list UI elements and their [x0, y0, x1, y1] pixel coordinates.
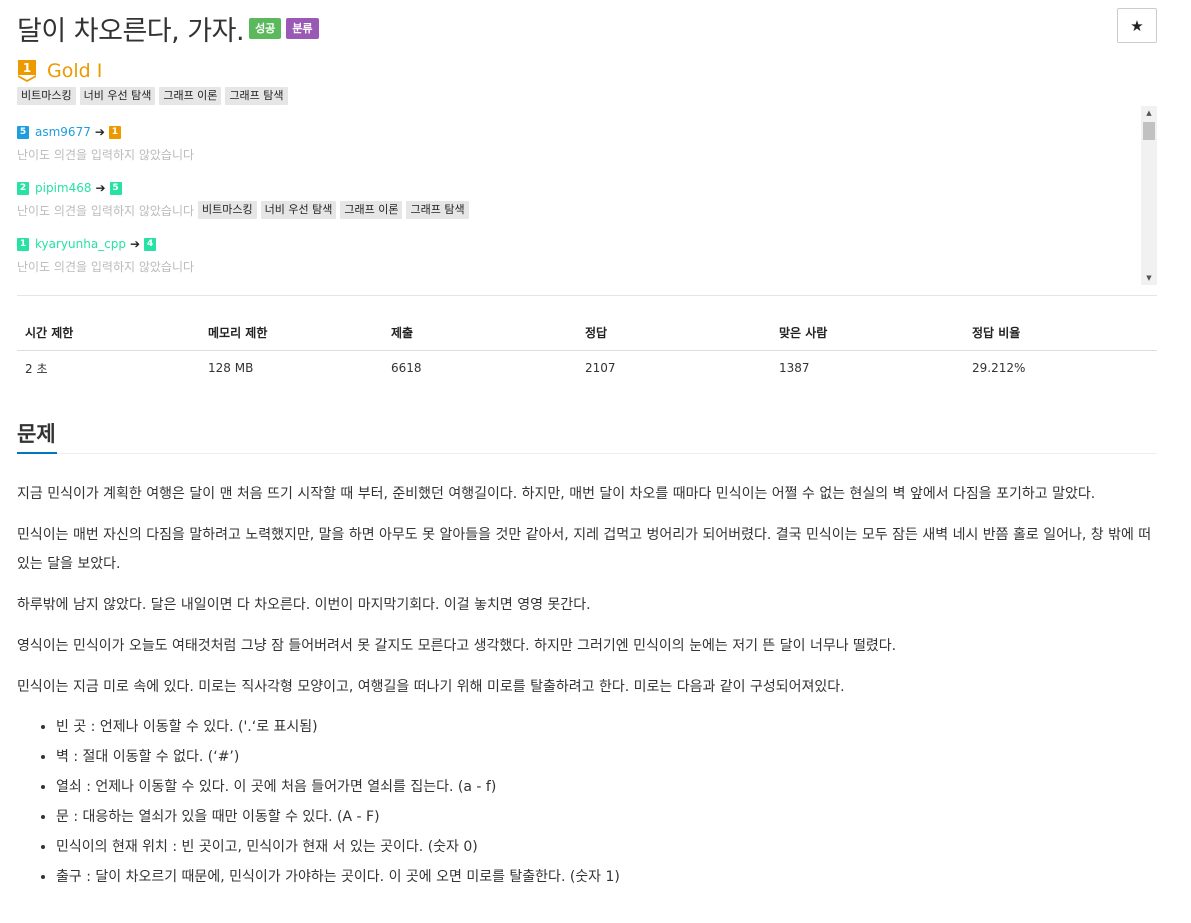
opinion-note-text: 난이도 의견을 입력하지 않았습니다: [17, 203, 195, 218]
voted-level-icon: 4: [144, 237, 157, 251]
opinion-note: 난이도 의견을 입력하지 않았습니다 비트마스킹 너비 우선 탐색 그래프 이론…: [17, 201, 469, 219]
opinion-note-text: 난이도 의견을 입력하지 않았습니다: [17, 259, 195, 274]
stats-header-row: 시간 제한 메모리 제한 제출 정답 맞은 사람 정답 비율: [17, 316, 1157, 351]
opinion-username[interactable]: asm9677: [35, 125, 91, 139]
favorite-star-button[interactable]: ★: [1117, 8, 1157, 43]
opinion-username[interactable]: pipim468: [35, 181, 92, 195]
list-item: 벽 : 절대 이동할 수 없다. (‘#’): [56, 742, 1157, 772]
scroll-thumb[interactable]: [1143, 122, 1155, 140]
value-accept-ratio: 29.212%: [972, 361, 1026, 376]
tag-graph-search[interactable]: 그래프 탐색: [406, 201, 469, 219]
gold-tier-icon: 1: [18, 59, 36, 82]
voted-level-icon: 5: [109, 181, 122, 195]
user-level-icon: 5: [17, 125, 29, 139]
problem-paragraph: 민식이는 지금 미로 속에 있다. 미로는 직사각형 모양이고, 여행길을 떠나…: [17, 679, 845, 695]
voted-level-icon: 1: [108, 125, 121, 139]
tag-bitmasking[interactable]: 비트마스킹: [17, 87, 76, 105]
value-memory-limit: 128 MB: [208, 361, 254, 376]
tag-bfs[interactable]: 너비 우선 탐색: [260, 201, 337, 219]
opinion-note-text: 난이도 의견을 입력하지 않았습니다: [17, 147, 195, 162]
user-level-icon: 2: [17, 181, 29, 195]
list-item: 문 : 대응하는 열쇠가 있을 때만 이동할 수 있다. (A - F): [56, 802, 1157, 832]
star-icon: ★: [1130, 16, 1144, 35]
opinion-username[interactable]: kyaryunha_cpp: [35, 237, 126, 251]
success-badge: 성공: [249, 17, 282, 39]
list-item: 빈 곳 : 언제나 이동할 수 있다. ('.‘로 표시됨): [56, 712, 1157, 742]
arrow-icon: ➔: [95, 181, 106, 195]
opinions-scrollbar[interactable]: ▲ ▼: [1141, 106, 1157, 285]
tag-bitmasking[interactable]: 비트마스킹: [198, 201, 257, 219]
header-accepted: 정답: [577, 316, 771, 351]
tag-graph-theory[interactable]: 그래프 이론: [159, 87, 222, 105]
header-submissions: 제출: [383, 316, 577, 351]
problem-paragraph: 하루밖에 남지 않았다. 달은 내일이면 다 차오른다. 이번이 마지막기회다.…: [17, 597, 591, 613]
section-title-problem: 문제: [17, 422, 56, 446]
opinion-note: 난이도 의견을 입력하지 않았습니다: [17, 257, 194, 275]
section-divider-accent: [17, 452, 57, 454]
header-solved-users: 맞은 사람: [771, 316, 964, 351]
header-time-limit: 시간 제한: [17, 316, 200, 351]
algorithm-tags: 비트마스킹 너비 우선 탐색 그래프 이론 그래프 탐색: [17, 87, 288, 105]
problem-paragraph: 지금 민식이가 계획한 여행은 달이 맨 처음 뜨기 시작할 때 부터, 준비했…: [17, 486, 1096, 502]
title-row: 달이 차오른다, 가자. 성공 분류: [17, 8, 319, 48]
problem-stats-table: 시간 제한 메모리 제한 제출 정답 맞은 사람 정답 비율 2 초 128 M…: [17, 316, 1157, 386]
divider: [17, 295, 1157, 296]
opinion-note: 난이도 의견을 입력하지 않았습니다: [17, 145, 194, 163]
arrow-icon: ➔: [130, 237, 141, 251]
page-title: 달이 차오른다, 가자.: [17, 15, 245, 47]
list-item: 열쇠 : 언제나 이동할 수 있다. 이 곳에 처음 들어가면 열쇠를 집는다.…: [56, 772, 1157, 802]
category-badge[interactable]: 분류: [286, 17, 319, 39]
svg-text:1: 1: [23, 61, 31, 75]
tag-graph-search[interactable]: 그래프 탐색: [225, 87, 288, 105]
tier-row: 1 Gold I: [17, 59, 102, 83]
tag-bfs[interactable]: 너비 우선 탐색: [79, 87, 156, 105]
value-accepted[interactable]: 2107: [577, 350, 771, 386]
user-level-icon: 1: [17, 237, 29, 251]
arrow-icon: ➔: [94, 125, 105, 139]
value-submissions[interactable]: 6618: [383, 350, 577, 386]
tag-graph-theory[interactable]: 그래프 이론: [340, 201, 403, 219]
tier-label: Gold I: [47, 60, 103, 82]
scroll-down-arrow-icon[interactable]: ▼: [1141, 271, 1157, 285]
scroll-up-arrow-icon[interactable]: ▲: [1141, 106, 1157, 120]
section-divider: [17, 453, 1157, 454]
list-item: 출구 : 달이 차오르기 때문에, 민식이가 가야하는 곳이다. 이 곳에 오면…: [56, 862, 1157, 892]
problem-paragraph: 영식이는 민식이가 오늘도 여태것처럼 그냥 잠 들어버려서 못 갈지도 모른다…: [17, 638, 897, 654]
maze-element-list: 빈 곳 : 언제나 이동할 수 있다. ('.‘로 표시됨) 벽 : 절대 이동…: [56, 712, 1157, 892]
value-time-limit: 2 초: [25, 361, 48, 376]
opinion-item: 1 kyaryunha_cpp ➔ 4 난이도 의견을 입력하지 않았습니다: [17, 236, 194, 275]
difficulty-opinions-list[interactable]: 5 asm9677 ➔ 1 난이도 의견을 입력하지 않았습니다 2 pipim…: [17, 106, 1157, 285]
opinion-item: 2 pipim468 ➔ 5 난이도 의견을 입력하지 않았습니다 비트마스킹 …: [17, 180, 469, 219]
header-memory-limit: 메모리 제한: [200, 316, 383, 351]
stats-value-row: 2 초 128 MB 6618 2107 1387 29.212%: [17, 350, 1157, 386]
opinion-item: 5 asm9677 ➔ 1 난이도 의견을 입력하지 않았습니다: [17, 124, 194, 163]
problem-paragraph: 민식이는 매번 자신의 다짐을 말하려고 노력했지만, 말을 하면 아무도 못 …: [17, 527, 1152, 572]
value-solved-users[interactable]: 1387: [771, 350, 964, 386]
header-accept-ratio: 정답 비율: [964, 316, 1157, 351]
list-item: 민식이의 현재 위치 : 빈 곳이고, 민식이가 현재 서 있는 곳이다. (숫…: [56, 832, 1157, 862]
problem-description: 지금 민식이가 계획한 여행은 달이 맨 처음 뜨기 시작할 때 부터, 준비했…: [17, 480, 1157, 892]
